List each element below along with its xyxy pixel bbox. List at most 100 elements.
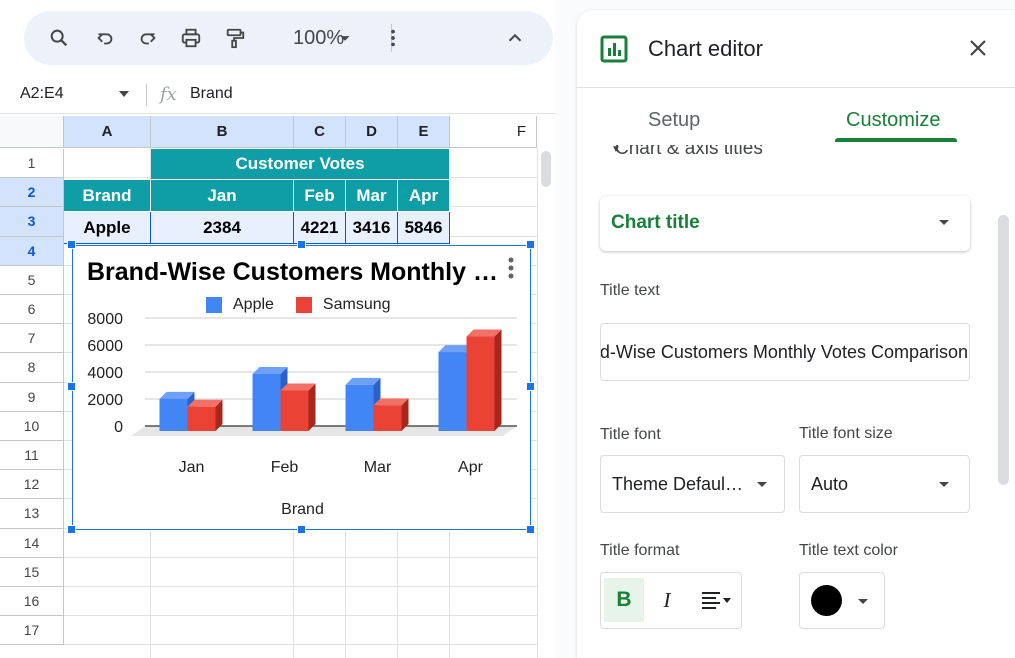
row-header-16[interactable]: 16 [0,587,64,617]
chevron-down-icon[interactable] [334,25,356,51]
title-text-value: Brand-Wise Customers Monthly Votes Compa… [601,342,968,362]
chevron-down-icon [939,220,949,225]
tab-customize[interactable]: Customize [846,109,940,132]
row-header-13[interactable]: 13 [0,499,64,529]
undo-icon[interactable] [94,25,116,51]
cell-header-mar[interactable]: Mar [346,180,398,212]
cell-header-feb[interactable]: Feb [294,180,346,212]
title-text-label: Title text [600,282,660,299]
title-target-dropdown[interactable]: Chart title [600,196,970,251]
bar-apple-feb [252,374,281,431]
toolbar: 100% [24,11,553,65]
row-header-9[interactable]: 9 [0,382,64,412]
column-header-a[interactable]: A [64,116,151,148]
resize-handle[interactable] [297,240,306,249]
x-tick-label: Feb [271,459,299,476]
cell-customer-votes[interactable]: Customer Votes [151,149,450,180]
scrollbar-thumb[interactable] [541,151,551,187]
sheet-grid[interactable]: A B C D E F 1 2 3 4 5 6 7 8 9 10 11 12 13 14 15 16 17 Cu… [0,116,555,658]
cell-apple-apr[interactable]: 5846 [398,212,450,244]
bold-button[interactable]: B [604,578,644,622]
resize-handle[interactable] [297,525,306,534]
cell-apple[interactable]: Apple [64,212,151,244]
row-header-12[interactable]: 12 [0,470,64,500]
y-tick-label: 6000 [87,338,123,355]
x-tick-label: Mar [364,459,392,476]
y-tick-label: 4000 [87,365,123,382]
cell-header-brand[interactable]: Brand [64,180,151,212]
chevron-down-icon [858,599,868,604]
align-left-icon [702,592,731,609]
row-header-4[interactable]: 4 [0,236,64,266]
title-font-select[interactable]: Theme Defaul… [600,455,785,513]
bar-side-samsung [308,383,316,431]
column-header-f[interactable]: F [450,116,537,148]
y-tick-label: 8000 [87,311,123,328]
more-vert-icon[interactable] [382,25,404,51]
chevron-up-icon[interactable] [504,25,526,51]
resize-handle[interactable] [526,240,535,249]
cell-header-jan[interactable]: Jan [151,180,294,212]
redo-icon[interactable] [137,25,159,51]
title-format-group: B I [600,572,742,629]
chart-plot: 8000 6000 4000 2000 0 Jan Feb Mar Apr [87,311,517,476]
name-box[interactable]: A2:E4 [20,85,64,103]
row-header-10[interactable]: 10 [0,411,64,441]
resize-handle[interactable] [67,240,76,249]
active-tab-indicator [835,138,957,142]
customize-content: Chart title Title text Brand-Wise Custom… [577,156,1015,658]
row-header-5[interactable]: 5 [0,265,64,295]
resize-handle[interactable] [526,525,535,534]
row-header-2[interactable]: 2 [0,178,64,208]
chart-editor-title: Chart editor [648,36,763,61]
row-header-6[interactable]: 6 [0,295,64,325]
title-font-size-select[interactable]: Auto [799,455,970,513]
title-text-input[interactable]: Brand-Wise Customers Monthly Votes Compa… [600,323,970,381]
embedded-chart[interactable]: Brand-Wise Customers Monthly Votes Compa… [72,245,531,530]
title-font-size-label: Title font size [799,425,893,442]
title-format-label: Title format [600,542,680,559]
row-header-1[interactable]: 1 [0,149,64,179]
row-header-8[interactable]: 8 [0,353,64,383]
row-header-15[interactable]: 15 [0,557,64,587]
title-text-color-picker[interactable] [799,572,885,629]
search-icon[interactable] [48,25,70,51]
chart-editor-panel: Chart editor Setup Customize ▼ Chart & a… [577,10,1015,658]
resize-handle[interactable] [67,525,76,534]
cell-header-apr[interactable]: Apr [398,180,450,212]
row-gridline [64,586,537,587]
chart-editor-header: Chart editor [577,10,1015,88]
tab-setup[interactable]: Setup [648,109,700,132]
row-header-17[interactable]: 17 [0,616,64,646]
sheet-scrollbar[interactable] [537,148,554,658]
italic-button[interactable]: I [647,578,687,622]
select-all-corner[interactable] [0,116,64,148]
row-gridline [64,644,537,646]
bar-side-samsung [494,329,502,431]
row-header-3[interactable]: 3 [0,207,64,237]
print-icon[interactable] [180,25,202,51]
row-header-11[interactable]: 11 [0,441,64,471]
resize-handle[interactable] [67,382,76,391]
column-header-d[interactable]: D [346,116,398,148]
paint-format-icon[interactable] [224,25,246,51]
row-header-7[interactable]: 7 [0,324,64,354]
fx-icon: fx [160,84,177,105]
formula-input[interactable]: Brand [190,85,233,103]
close-icon[interactable] [968,38,988,58]
column-header-c[interactable]: C [294,116,346,148]
title-target-label: Chart title [611,212,700,233]
cell-apple-mar[interactable]: 3416 [346,212,398,244]
row-header-14[interactable]: 14 [0,528,64,558]
chevron-down-icon[interactable] [118,90,130,98]
resize-handle[interactable] [526,382,535,391]
cell-apple-jan[interactable]: 2384 [151,212,294,244]
row-gridline [64,615,537,617]
y-tick-label: 2000 [87,392,123,409]
panel-scrollbar[interactable] [998,215,1009,485]
column-header-e[interactable]: E [398,116,450,148]
align-button[interactable] [693,578,739,622]
bar-apple-mar [345,384,374,431]
title-font-value: Theme Defaul… [612,474,744,494]
column-header-b[interactable]: B [151,116,294,148]
